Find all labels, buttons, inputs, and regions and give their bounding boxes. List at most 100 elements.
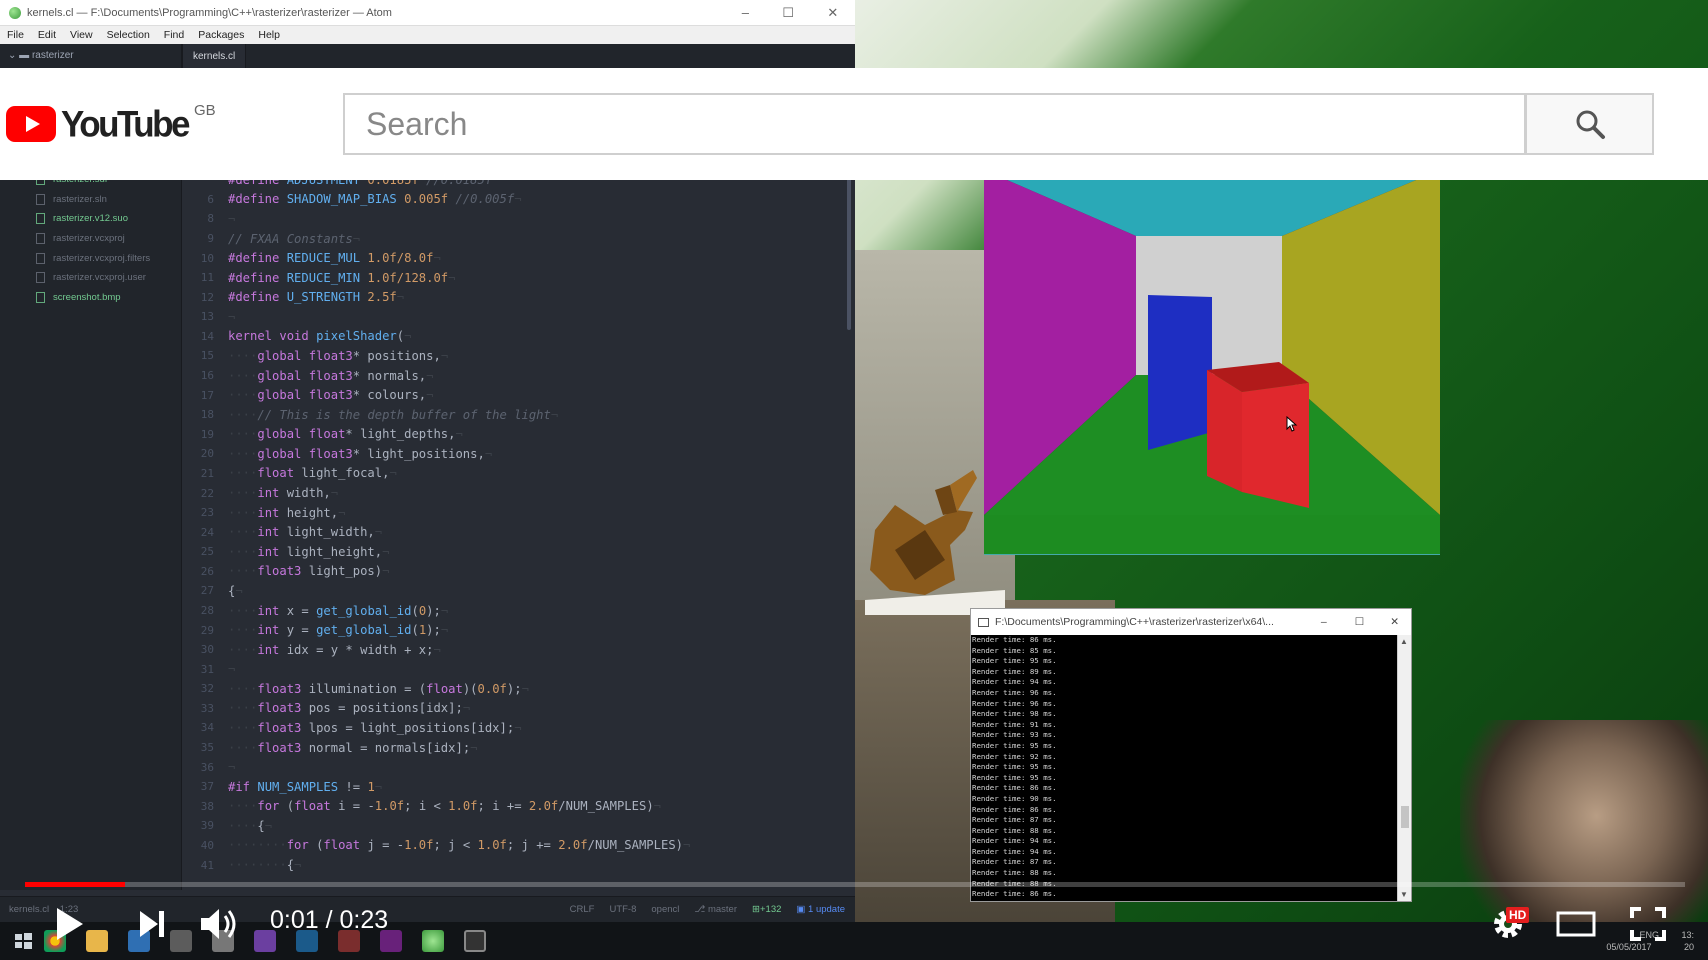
line-number: 30 (200, 643, 214, 657)
console-maximize-icon[interactable]: ☐ (1341, 616, 1378, 628)
next-button[interactable] (130, 900, 174, 948)
console-window[interactable]: F:\Documents\Programming\C++\rasterizer\… (970, 608, 1412, 902)
console-minimize-icon[interactable]: – (1307, 616, 1341, 628)
console-line: Render time: 96 ms. (972, 698, 1057, 708)
code-token: lpos = light_positions[idx]; (308, 720, 515, 735)
code-line[interactable]: 22 ···· int width, ¬ (182, 483, 855, 503)
status-updates[interactable]: ▣ 1 update (796, 904, 845, 915)
code-line[interactable]: 12 #define U_STRENGTH 2.5f ¬ (182, 287, 855, 307)
code-line[interactable]: 19 ···· global float * light_depths, ¬ (182, 425, 855, 445)
code-token: ¬ (462, 701, 471, 716)
menu-selection[interactable]: Selection (100, 29, 157, 41)
code-line[interactable]: 9 // FXAA Constants ¬ (182, 229, 855, 249)
code-line[interactable]: 37 #if NUM_SAMPLES != 1 ¬ (182, 777, 855, 797)
code-line[interactable]: 21 ···· float light_focal, ¬ (182, 464, 855, 484)
code-line[interactable]: 8 ¬ (182, 209, 855, 229)
windows-start-icon[interactable] (12, 930, 34, 952)
search-button[interactable] (1525, 93, 1654, 155)
tree-file-item[interactable]: rasterizer.vcxproj.filters (0, 248, 181, 268)
code-line[interactable]: 41 ········{¬ (182, 855, 855, 875)
code-line[interactable]: 29 ···· int y = get_global_id(1); ¬ (182, 620, 855, 640)
tray-clock[interactable]: 13: (1681, 930, 1694, 940)
tree-file-item[interactable]: rasterizer.sln (0, 190, 181, 210)
tab-kernels-cl[interactable]: kernels.cl (182, 44, 247, 68)
console-close-icon[interactable]: ✕ (1378, 616, 1411, 628)
code-line[interactable]: 10 #define REDUCE_MUL 1.0f/8.0f ¬ (182, 248, 855, 268)
scroll-down-icon[interactable]: ▼ (1400, 890, 1408, 899)
console-scroll-thumb[interactable] (1401, 806, 1409, 828)
play-button[interactable] (48, 900, 92, 948)
code-line[interactable]: 26 ···· float3 light_pos) ¬ (182, 562, 855, 582)
code-line[interactable]: 20 ···· global float3 * light_positions, ¬ (182, 444, 855, 464)
status-line-ending[interactable]: CRLF (570, 904, 595, 915)
code-line[interactable]: 34 ···· float3 lpos = light_positions[idx]… (182, 718, 855, 738)
console-scrollbar[interactable]: ▲ ▼ (1397, 635, 1411, 901)
code-line[interactable]: 39 ····{¬ (182, 816, 855, 836)
minimize-icon[interactable]: – (742, 5, 749, 21)
code-line[interactable]: 32 ···· float3 illumination = (float)(0.0f… (182, 679, 855, 699)
menu-edit[interactable]: Edit (31, 29, 63, 41)
code-line[interactable]: 23 ···· int height, ¬ (182, 503, 855, 523)
tree-file-item[interactable]: screenshot.bmp (0, 288, 181, 308)
menu-packages[interactable]: Packages (191, 29, 251, 41)
line-number: 12 (200, 290, 214, 304)
code-token: ; i += (477, 799, 529, 814)
menu-find[interactable]: Find (157, 29, 191, 41)
video-progress-bar[interactable] (25, 882, 1685, 887)
fullscreen-button[interactable] (1622, 900, 1674, 948)
code-line[interactable]: 38 ···· for (float i = -1.0f; i < 1.0f; i … (182, 797, 855, 817)
code-line[interactable]: 30 ···· int idx = y * width + x; ¬ (182, 640, 855, 660)
menu-help[interactable]: Help (251, 29, 287, 41)
code-line[interactable]: 6 #define SHADOW_MAP_BIAS 0.005f //0.005f… (182, 190, 855, 210)
code-line[interactable]: 24 ···· int light_width, ¬ (182, 522, 855, 542)
code-line[interactable]: 14 kernel void pixelShader(¬ (182, 327, 855, 347)
atom-taskbar-icon[interactable] (422, 930, 444, 952)
tree-file-item[interactable]: rasterizer.vcxproj.user (0, 268, 181, 288)
atom-titlebar[interactable]: kernels.cl — F:\Documents\Programming\C+… (0, 0, 855, 26)
line-number: 10 (200, 251, 214, 265)
code-line[interactable]: 31 ¬ (182, 659, 855, 679)
file-tree: rasterizer.sdfrasterizer.slnrasterizer.v… (0, 170, 182, 890)
status-grammar[interactable]: opencl (651, 904, 679, 915)
code-token: 1.0f/8.0f (367, 251, 434, 266)
code-line[interactable]: 25 ···· int light_height, ¬ (182, 542, 855, 562)
tray-notifications[interactable]: 20 (1684, 942, 1694, 952)
code-line[interactable]: 11 #define REDUCE_MIN 1.0f/128.0f ¬ (182, 268, 855, 288)
code-editor[interactable]: #define ADJUSTMENT 0.0185f //0.0185f6#de… (182, 170, 855, 886)
theater-mode-button[interactable] (1550, 900, 1602, 948)
code-line[interactable]: 15 ···· global float3 * positions, ¬ (182, 346, 855, 366)
status-branch[interactable]: ⎇ master (694, 904, 737, 915)
code-line[interactable]: 17 ···· global float3 * colours, ¬ (182, 385, 855, 405)
code-line[interactable]: 16 ···· global float3 * normals, ¬ (182, 366, 855, 386)
volume-button[interactable] (196, 900, 246, 948)
code-line[interactable]: 40 ········ for (float j = -1.0f; j < 1.0f… (182, 836, 855, 856)
code-token: int (257, 486, 287, 501)
youtube-logo[interactable]: YouTube GB (6, 102, 216, 144)
code-line[interactable]: 18 ····// This is the depth buffer of the… (182, 405, 855, 425)
menu-view[interactable]: View (63, 29, 100, 41)
console-taskbar-icon[interactable] (464, 930, 486, 952)
tree-file-item[interactable]: rasterizer.vcxproj (0, 229, 181, 249)
code-line[interactable]: 28 ···· int x = get_global_id(0); ¬ (182, 601, 855, 621)
scroll-up-icon[interactable]: ▲ (1400, 637, 1408, 646)
code-line[interactable]: 13 ¬ (182, 307, 855, 327)
tree-root[interactable]: ⌄ ▬ rasterizer (0, 44, 182, 68)
editor-scrollbar[interactable] (847, 170, 851, 330)
render-output-window[interactable] (984, 170, 1440, 555)
code-line[interactable]: 36 ¬ (182, 757, 855, 777)
status-encoding[interactable]: UTF-8 (609, 904, 636, 915)
search-input[interactable]: Search (343, 93, 1526, 155)
code-line[interactable]: 33 ···· float3 pos = positions[idx]; ¬ (182, 699, 855, 719)
status-file[interactable]: kernels.cl (9, 904, 49, 915)
code-line[interactable]: 35 ···· float3 normal = normals[idx]; ¬ (182, 738, 855, 758)
close-icon[interactable]: ✕ (827, 5, 838, 21)
line-number: 17 (200, 388, 214, 402)
code-token: ; j += (506, 838, 559, 853)
code-token: y = (286, 623, 317, 638)
console-titlebar[interactable]: F:\Documents\Programming\C++\rasterizer\… (971, 609, 1411, 635)
maximize-icon[interactable]: ☐ (782, 5, 794, 21)
code-line[interactable]: 27 {¬ (182, 581, 855, 601)
status-diff[interactable]: ⊞+132 (752, 904, 781, 915)
tree-file-item[interactable]: rasterizer.v12.suo (0, 209, 181, 229)
menu-file[interactable]: File (0, 29, 31, 41)
